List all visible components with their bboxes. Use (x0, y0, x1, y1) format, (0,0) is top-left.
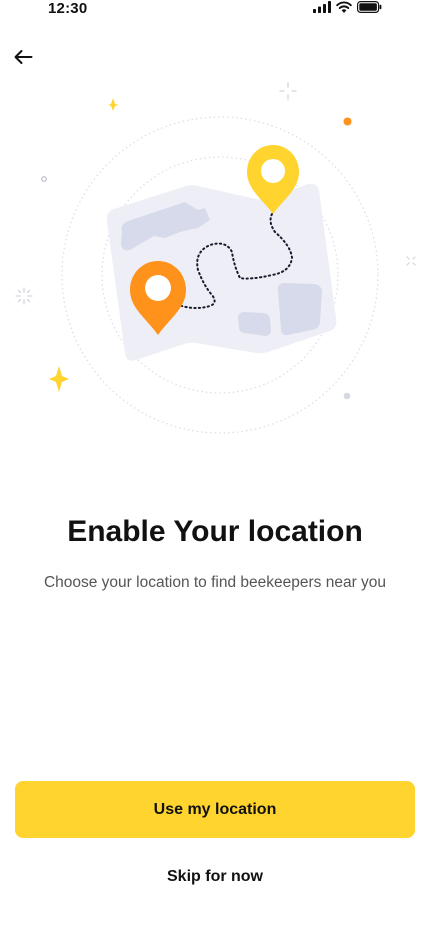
signal-icon (313, 0, 331, 18)
skip-for-now-button[interactable]: Skip for now (115, 860, 315, 894)
status-icons (313, 1, 382, 17)
battery-icon (357, 0, 382, 18)
page-title: Enable Your location (67, 515, 363, 548)
enable-location-screen: 12:30 Enable Your location Choose your l… (0, 0, 430, 932)
use-my-location-button[interactable]: Use my location (15, 781, 415, 838)
back-button[interactable] (8, 44, 38, 74)
wifi-icon (336, 0, 352, 18)
status-bar: 12:30 (0, 0, 430, 22)
map-with-location-pins-icon (15, 82, 416, 434)
arrow-left-icon (13, 49, 33, 70)
page-subtitle: Choose your location to find beekeepers … (43, 574, 387, 591)
location-illustration (0, 80, 430, 450)
status-time: 12:30 (48, 0, 88, 17)
